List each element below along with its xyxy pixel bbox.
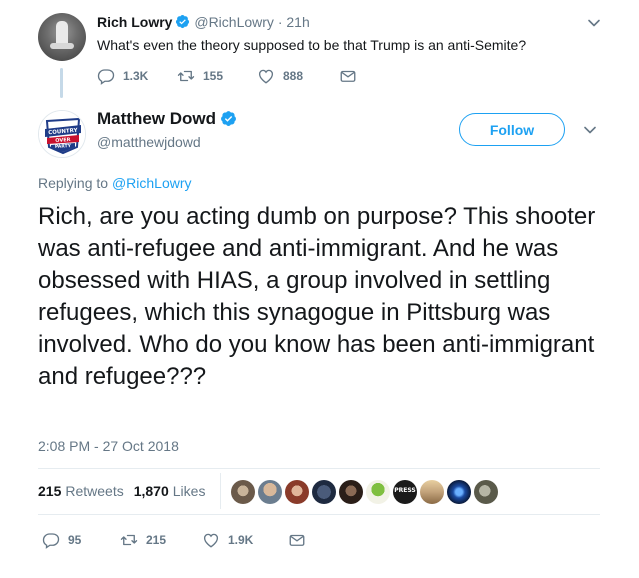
svg-text:PARTY: PARTY [55, 143, 72, 150]
liker-avatars: PRESS [231, 480, 501, 504]
verified-badge-icon [221, 111, 236, 126]
parent-tweet-time[interactable]: 21h [286, 14, 309, 30]
retweet-icon [120, 534, 138, 546]
liker-avatar[interactable] [231, 480, 255, 504]
main-tweet-actions: 95 215 1.9K [42, 530, 314, 550]
parent-like-button[interactable]: 888 [257, 67, 339, 85]
follow-button[interactable]: Follow [459, 113, 565, 146]
main-tweet-text: Rich, are you acting dumb on purpose? Th… [38, 203, 596, 390]
heart-icon [258, 69, 274, 84]
liker-press-text: PRESS [394, 487, 416, 494]
reply-icon [42, 533, 60, 549]
retweet-count: 215 [146, 533, 167, 547]
parent-like-count: 888 [283, 69, 304, 83]
parent-retweet-count: 155 [203, 69, 224, 83]
parent-author-handle[interactable]: @RichLowry [194, 14, 274, 30]
like-button[interactable]: 1.9K [202, 531, 288, 549]
liker-avatar[interactable] [312, 480, 336, 504]
liker-avatar[interactable] [339, 480, 363, 504]
like-total-label[interactable]: Likes [173, 483, 206, 499]
retweet-total[interactable]: 215 [38, 483, 61, 499]
replying-to-link[interactable]: @RichLowry [112, 175, 192, 191]
chevron-down-icon[interactable] [587, 16, 601, 30]
parent-message-button[interactable] [339, 67, 365, 85]
liker-avatar[interactable]: PRESS [393, 480, 417, 504]
verified-badge-icon [176, 14, 190, 29]
stats-separator [220, 473, 221, 509]
svg-text:OVER: OVER [55, 137, 71, 144]
country-over-party-logo-icon: COUNTRY OVER PARTY [39, 111, 85, 157]
main-author-name-row: Matthew Dowd [97, 108, 237, 130]
liker-avatar[interactable] [447, 480, 471, 504]
parent-separator: · [277, 14, 283, 30]
divider [38, 514, 600, 515]
replying-prefix: Replying to [38, 175, 109, 191]
reply-count: 95 [68, 533, 82, 547]
reply-icon [97, 69, 115, 85]
divider [38, 468, 600, 469]
chevron-down-icon[interactable] [583, 123, 597, 137]
envelope-icon [289, 534, 305, 546]
reply-button[interactable]: 95 [42, 531, 120, 549]
liker-avatar[interactable] [474, 480, 498, 504]
retweet-total-label[interactable]: Retweets [65, 483, 123, 499]
main-tweet-timestamp[interactable]: 2:08 PM - 27 Oct 2018 [38, 437, 179, 455]
parent-tweet-header: Rich Lowry @RichLowry · 21h [97, 13, 310, 31]
parent-tweet[interactable]: Rich Lowry @RichLowry · 21h What's even … [0, 0, 639, 100]
retweet-icon [177, 70, 195, 82]
retweet-button[interactable]: 215 [120, 531, 202, 549]
heart-icon [203, 533, 219, 548]
like-count: 1.9K [228, 533, 254, 547]
liker-avatar[interactable] [258, 480, 282, 504]
parent-author-name[interactable]: Rich Lowry [97, 14, 172, 30]
parent-tweet-text: What's even the theory supposed to be th… [97, 37, 527, 53]
liker-avatar[interactable] [366, 480, 390, 504]
like-total[interactable]: 1,870 [134, 483, 169, 499]
liker-avatar[interactable] [285, 480, 309, 504]
parent-retweet-button[interactable]: 155 [177, 67, 257, 85]
parent-reply-button[interactable]: 1.3K [97, 67, 177, 85]
liker-avatar[interactable] [420, 480, 444, 504]
rich-lowry-avatar[interactable] [38, 13, 86, 61]
envelope-icon [340, 70, 356, 82]
main-author-handle[interactable]: @matthewjdowd [97, 133, 201, 151]
main-author-name[interactable]: Matthew Dowd [97, 109, 216, 128]
replying-to: Replying to @RichLowry [38, 174, 192, 192]
matthew-dowd-avatar[interactable]: COUNTRY OVER PARTY [38, 110, 86, 158]
thread-connector-line [60, 68, 63, 98]
message-button[interactable] [288, 531, 314, 549]
parent-tweet-actions: 1.3K 155 888 [97, 66, 365, 86]
parent-reply-count: 1.3K [123, 69, 149, 83]
engagement-stats: 215 Retweets 1,870 Likes [38, 481, 205, 501]
